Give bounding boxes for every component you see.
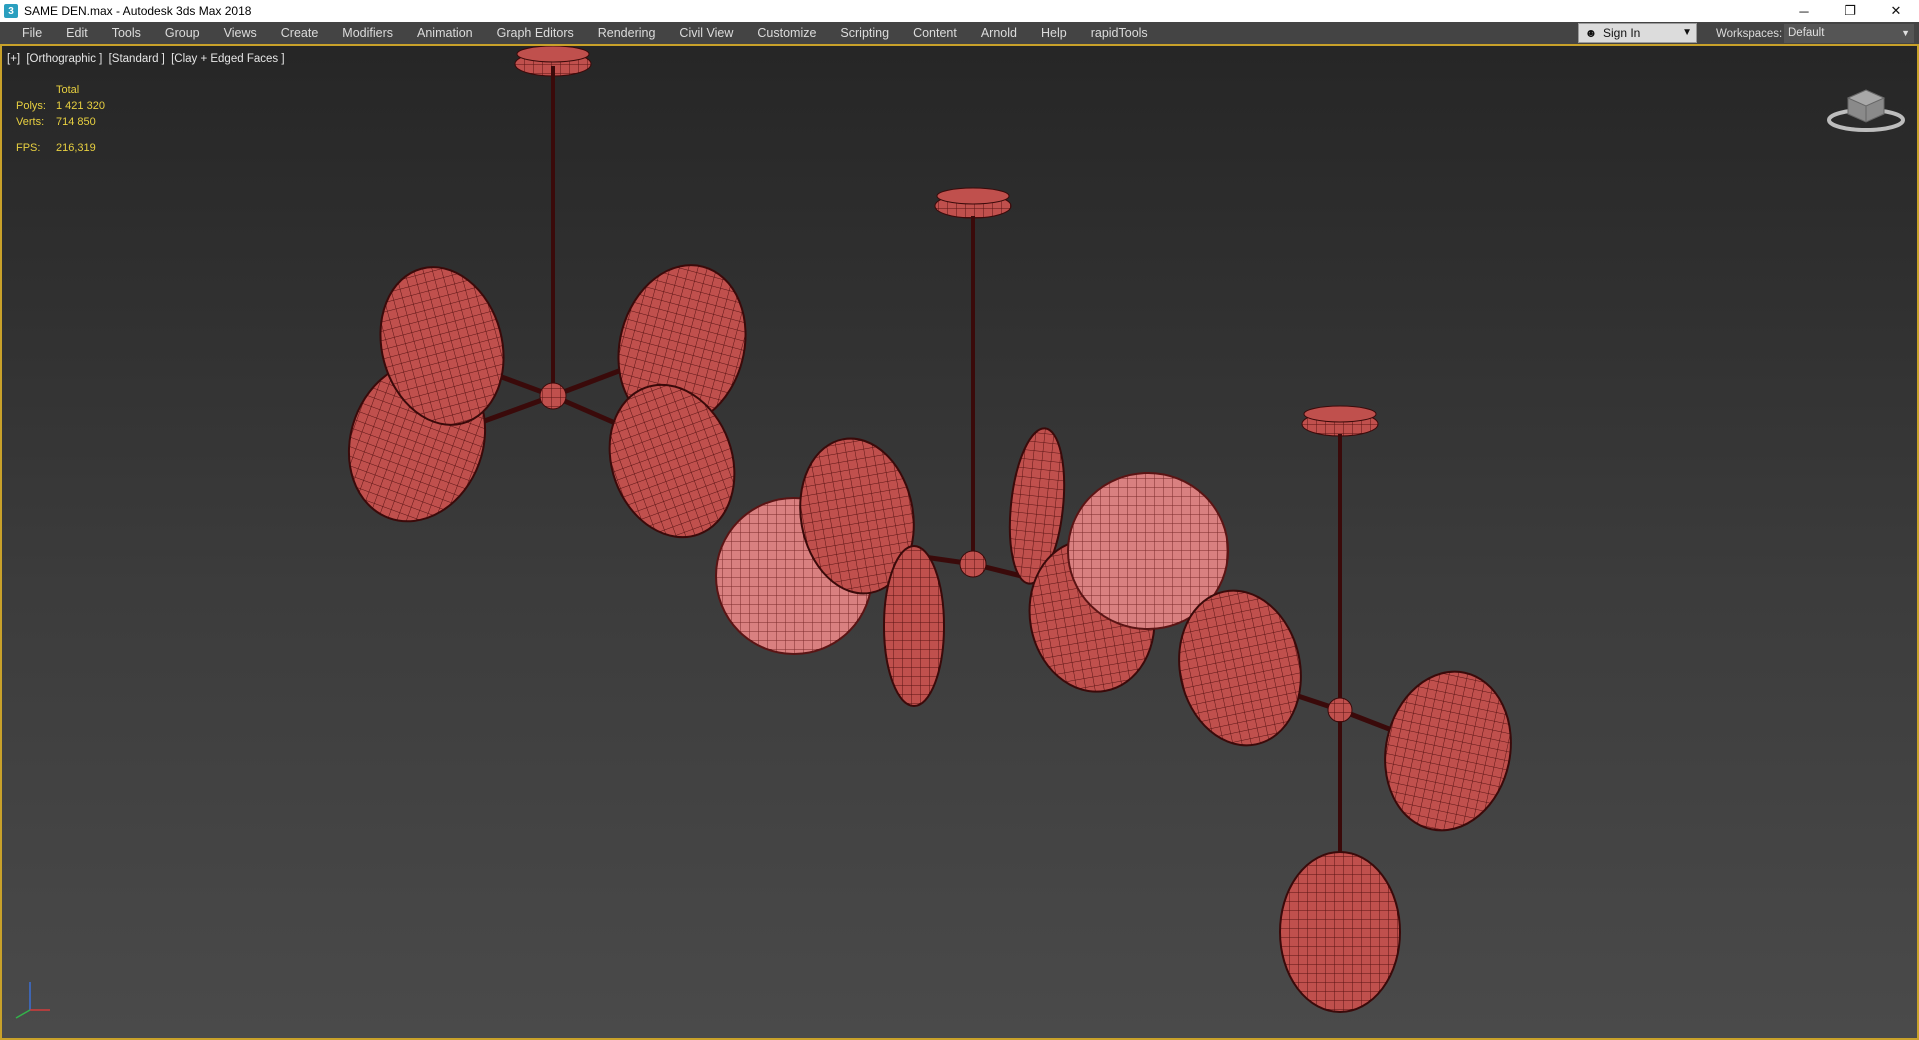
polys-value: 1 421 320 [56,100,105,112]
menu-group[interactable]: Group [153,21,212,45]
menu-civil-view[interactable]: Civil View [667,21,745,45]
verts-value: 714 850 [56,116,96,128]
viewport-pov-menu[interactable]: [Orthographic ] [26,53,102,65]
window-title: SAME DEN.max - Autodesk 3ds Max 2018 [24,4,252,18]
minimize-button[interactable]: ─ [1781,0,1827,22]
menu-modifiers[interactable]: Modifiers [330,21,405,45]
window-controls: ─ ❐ ✕ [1781,0,1919,22]
verts-label: Verts: [16,116,45,128]
viewcube-icon[interactable] [1826,76,1906,136]
menu-file[interactable]: File [10,21,54,45]
menu-rapidtools[interactable]: rapidTools [1079,21,1160,45]
workspace-value: Default [1788,27,1825,39]
polys-label: Polys: [16,100,46,112]
sign-in-label: Sign In [1603,26,1641,40]
chandelier-right[interactable] [1165,405,1525,1013]
menu-help[interactable]: Help [1029,21,1079,45]
axis-tripod-icon [15,982,50,1019]
perspective-viewport[interactable]: [+] [Orthographic ] [Standard ] [Clay + … [0,46,1919,1040]
menu-create[interactable]: Create [269,21,331,45]
restore-button[interactable]: ❐ [1827,0,1873,22]
chevron-down-icon: ▼ [1682,27,1692,38]
viewport-statistics: Total Polys: 1 421 320 Verts: 714 850 FPS:… [16,84,105,158]
menu-arnold[interactable]: Arnold [969,21,1029,45]
menu-views[interactable]: Views [212,21,269,45]
chevron-down-icon: ▼ [1901,28,1910,38]
fps-label: FPS: [16,142,41,154]
stats-header: Total [56,84,80,96]
menu-content[interactable]: Content [901,21,969,45]
viewport-shading-quality-menu[interactable]: [Standard ] [109,53,165,65]
menu-items: File Edit Tools Group Views Create Modif… [0,21,1160,45]
menu-edit[interactable]: Edit [54,21,100,45]
menu-animation[interactable]: Animation [405,21,485,45]
title-bar: 3 SAME DEN.max - Autodesk 3ds Max 2018 ─… [0,0,1919,22]
3dsmax-app-icon[interactable]: 3 [4,4,18,18]
chandelier-left[interactable] [327,46,763,555]
menu-tools[interactable]: Tools [100,21,153,45]
viewport-general-menu[interactable]: [+] [7,53,20,65]
menu-bar: File Edit Tools Group Views Create Modif… [0,22,1919,46]
sign-in-dropdown[interactable]: ☻ Sign In ▼ [1578,23,1697,43]
viewport-scene[interactable] [2,46,1917,1038]
chandelier-center[interactable] [715,187,1229,707]
menu-customize[interactable]: Customize [745,21,828,45]
workspaces-label: Workspaces: [1716,28,1783,40]
user-icon: ☻ [1584,26,1598,40]
menu-scripting[interactable]: Scripting [828,21,901,45]
menu-graph-editors[interactable]: Graph Editors [485,21,586,45]
viewport-label[interactable]: [+] [Orthographic ] [Standard ] [Clay + … [7,53,288,65]
viewport-shading-mode-menu[interactable]: [Clay + Edged Faces ] [171,53,284,65]
workspace-select[interactable]: Default ▼ [1784,24,1914,43]
close-button[interactable]: ✕ [1873,0,1919,22]
fps-value: 216,319 [56,142,96,154]
menu-rendering[interactable]: Rendering [586,21,668,45]
